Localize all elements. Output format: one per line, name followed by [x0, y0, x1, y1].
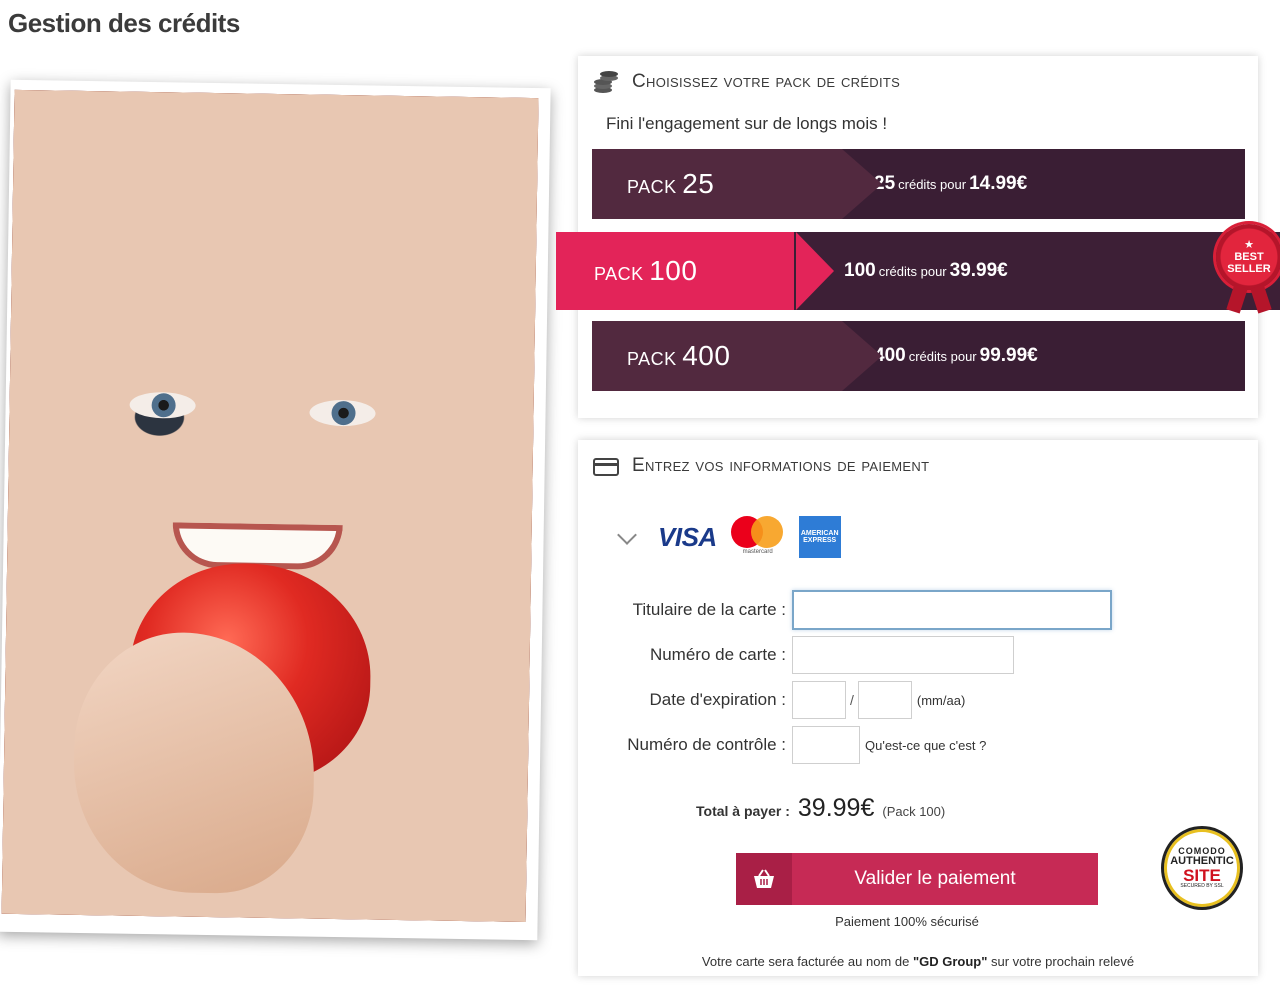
total-amount: 39.99€ — [797, 794, 875, 822]
card-holder-input[interactable] — [792, 590, 1112, 630]
pack-100-number: 100 — [649, 255, 698, 286]
expiry-separator: / — [850, 692, 854, 708]
pack-100-prefix: PACK — [594, 264, 644, 284]
pack-25-name: PACK 25 — [592, 149, 882, 219]
badge-star-icon: ★ — [1244, 239, 1254, 251]
pack-400-credits-word: crédits pour — [908, 349, 977, 364]
cvv-input[interactable] — [792, 726, 860, 764]
coins-icon — [594, 71, 618, 93]
credit-packs-tagline: Fini l'engagement sur de longs mois ! — [606, 114, 888, 133]
photo-eye-right — [309, 399, 376, 427]
best-seller-badge: ★ BEST SELLER — [1216, 224, 1280, 314]
credit-packs-header: Choisissez votre pack de crédits — [592, 70, 900, 94]
pack-25-offer: 25 crédits pour 14.99€ — [842, 149, 1245, 219]
pack-400-offer: 400 crédits pour 99.99€ — [842, 321, 1245, 391]
expiry-row: Date d'expiration : / (mm/aa) — [578, 681, 965, 719]
card-brands: VISA mastercard AMERICAN EXPRESS — [616, 516, 841, 558]
comodo-site: SITE — [1183, 866, 1221, 885]
promo-photo-frame — [0, 79, 551, 941]
pack-400-price: 99.99€ — [979, 345, 1038, 366]
pack-25-number: 25 — [682, 168, 715, 199]
chevron-down-icon[interactable] — [616, 526, 638, 548]
expiry-format-hint: (mm/aa) — [916, 692, 966, 708]
payment-card: Entrez vos informations de paiement VISA… — [578, 440, 1258, 976]
credit-packs-title: Choisissez votre pack de crédits — [632, 71, 901, 92]
pack-100-option-selected[interactable]: PACK 100 100 crédits pour 39.99€ — [556, 232, 1280, 310]
total-label: Total à payer : — [696, 803, 790, 819]
best-seller-line1: BEST — [1234, 251, 1264, 263]
mastercard-logo: mastercard — [730, 516, 785, 558]
comodo-bottom: SECURED BY SSL — [1180, 883, 1224, 889]
pack-25-price: 14.99€ — [969, 173, 1028, 194]
number-label: Numéro de carte : — [649, 645, 786, 664]
validate-payment-button[interactable]: Valider le paiement — [736, 853, 1098, 905]
pack-100-price: 39.99€ — [949, 260, 1008, 281]
woman-eating-apple-photo — [1, 89, 539, 923]
pack-100-name: PACK 100 — [556, 232, 834, 310]
photo-mouth — [172, 522, 343, 571]
holder-row: Titulaire de la carte : — [578, 590, 1112, 630]
holder-label: Titulaire de la carte : — [632, 600, 786, 619]
pack-100-credits: 100 — [844, 260, 876, 281]
photo-eye-left — [129, 391, 196, 419]
basket-icon — [736, 853, 792, 905]
pack-25-credits-word: crédits pour — [898, 177, 967, 192]
billing-suffix: sur votre prochain relevé — [987, 954, 1135, 969]
expiry-month-input[interactable] — [792, 681, 846, 719]
pack-400-option[interactable]: PACK 400 400 crédits pour 99.99€ — [592, 321, 1245, 391]
pack-100-credits-word: crédits pour — [878, 264, 947, 279]
validate-payment-label: Valider le paiement — [854, 868, 1016, 889]
cvv-row: Numéro de contrôle : Qu'est-ce que c'est… — [578, 726, 986, 764]
credit-packs-card: Choisissez votre pack de crédits Fini l'… — [556, 56, 1280, 418]
pack-100-offer: 100 crédits pour 39.99€ — [794, 232, 1280, 310]
number-row: Numéro de carte : — [578, 636, 1014, 674]
billing-notice: Votre carte sera facturée au nom de "GD … — [578, 954, 1258, 969]
mastercard-label: mastercard — [742, 549, 773, 555]
expiry-year-input[interactable] — [857, 681, 912, 719]
total-pack: (Pack 100) — [882, 804, 946, 819]
payment-header: Entrez vos informations de paiement — [592, 454, 929, 478]
cvv-help-link[interactable]: Qu'est-ce que c'est ? — [865, 738, 986, 753]
best-seller-line2: SELLER — [1227, 263, 1271, 275]
expiry-label: Date d'expiration : — [649, 690, 787, 709]
amex-logo: AMERICAN EXPRESS — [798, 516, 841, 558]
cvv-label: Numéro de contrôle : — [627, 735, 786, 754]
billing-company: "GD Group" — [912, 954, 988, 969]
comodo-ssl-seal[interactable]: COMODO AUTHENTIC SITE SECURED BY SSL — [1161, 826, 1243, 910]
pack-25-option[interactable]: PACK 25 25 crédits pour 14.99€ — [592, 149, 1245, 219]
payment-title: Entrez vos informations de paiement — [632, 455, 930, 476]
total-to-pay: Total à payer : 39.99€ (Pack 100) — [696, 794, 945, 823]
credit-card-icon — [593, 458, 619, 476]
pack-400-prefix: PACK — [627, 349, 677, 369]
card-number-input[interactable] — [792, 636, 1014, 674]
billing-prefix: Votre carte sera facturée au nom de — [701, 954, 913, 969]
pack-400-number: 400 — [682, 340, 731, 371]
pack-25-prefix: PACK — [627, 177, 677, 197]
visa-logo: VISA — [658, 521, 717, 552]
pack-400-name: PACK 400 — [592, 321, 882, 391]
page-title: Gestion des crédits — [8, 8, 240, 38]
secure-payment-text: Paiement 100% sécurisé — [835, 914, 979, 929]
